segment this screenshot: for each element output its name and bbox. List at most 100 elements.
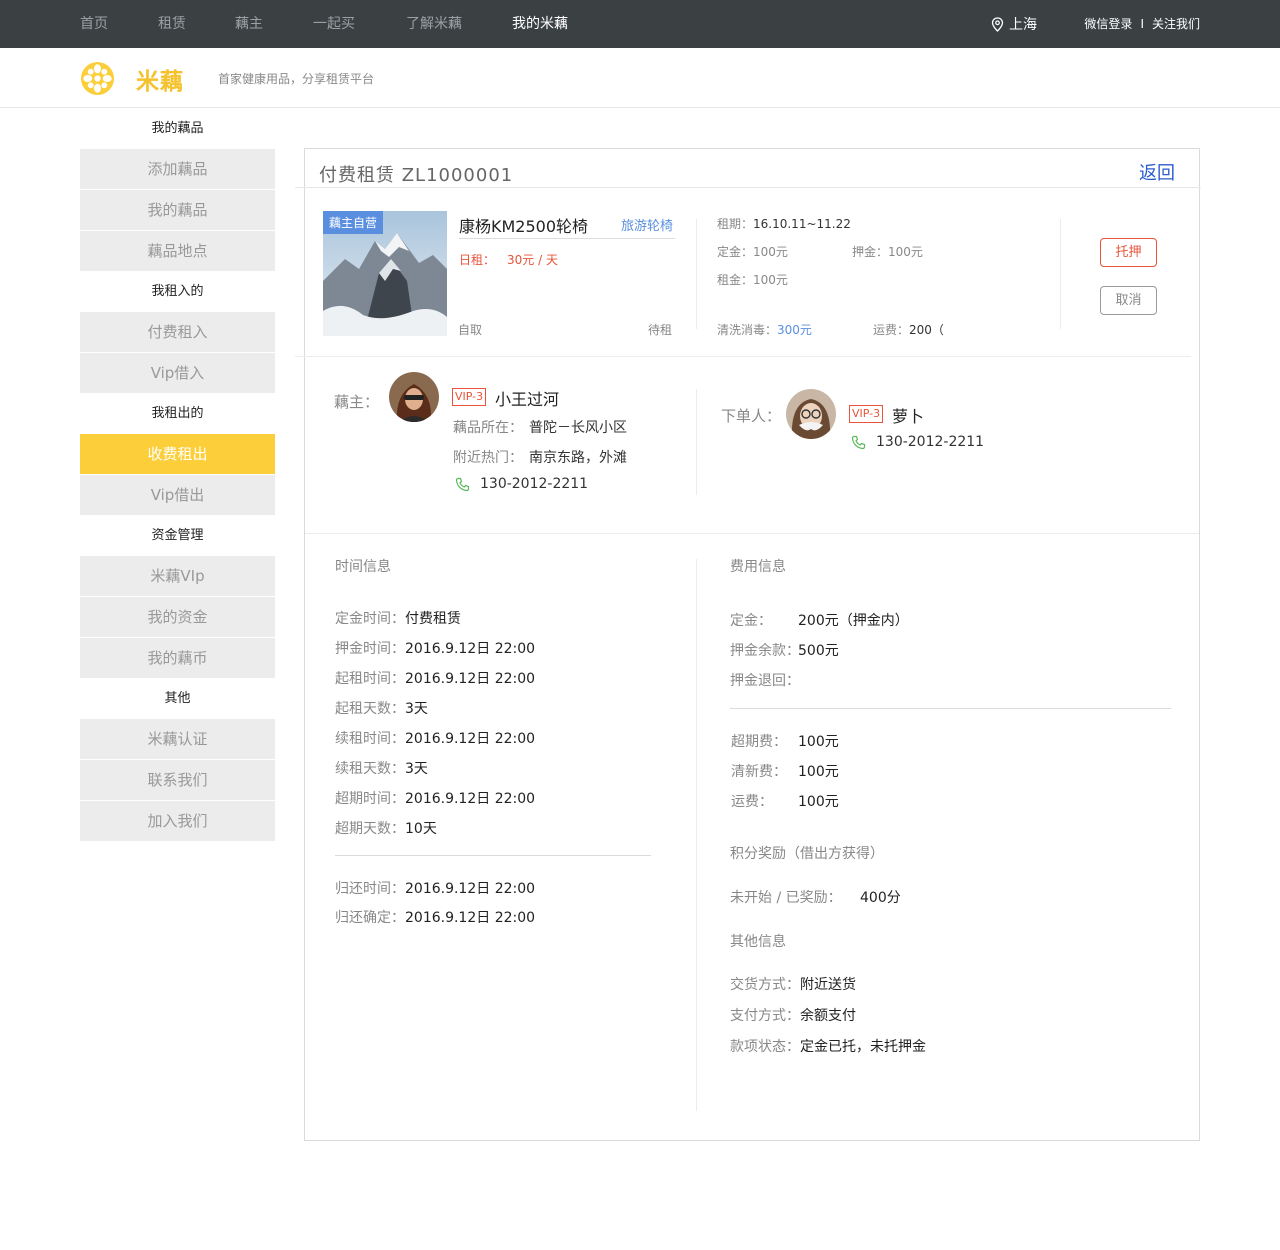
fee-row-value: 500元 (798, 643, 839, 659)
nav-group-buy[interactable]: 一起买 (313, 0, 355, 48)
wechat-login-link[interactable]: 微信登录 (1084, 17, 1132, 31)
phone-icon (455, 477, 470, 491)
time-row-label: 押金时间： (335, 641, 405, 657)
time-row: 起租时间：2016.9.12日 22:00 (335, 668, 535, 688)
buyer-avatar[interactable] (786, 389, 836, 439)
sidebar-item-vip[interactable]: 米藕VIp (80, 556, 275, 596)
buyer-phone-number: 130-2012-2211 (876, 434, 985, 450)
fee-info-title: 费用信息 (730, 559, 786, 575)
sidebar-item-item-locations[interactable]: 藕品地点 (80, 231, 275, 271)
fee-row-value: 200元（押金内） (798, 613, 909, 629)
self-operated-tag: 藕主自营 (323, 211, 384, 234)
sidebar-item-join-us[interactable]: 加入我们 (80, 801, 275, 841)
account-sidebar: 我的藕品 添加藕品 我的藕品 藕品地点 我租入的 付费租入 Vip借入 我租出的… (80, 109, 275, 842)
phone-icon (851, 435, 866, 449)
nav-about[interactable]: 了解米藕 (406, 0, 462, 48)
city-selector[interactable]: 上海 (991, 14, 1037, 34)
other-row-label: 交货方式： (730, 977, 800, 993)
product-image[interactable]: 藕主自营 (323, 211, 447, 336)
nav-owner[interactable]: 藕主 (235, 0, 263, 48)
terms-actions-divider (1060, 219, 1061, 329)
product-name[interactable]: 康杨KM2500轮椅 (459, 213, 588, 237)
time-row-value: 3天 (405, 761, 428, 777)
cancel-button[interactable]: 取消 (1100, 286, 1157, 315)
time-row: 超期时间：2016.9.12日 22:00 (335, 788, 535, 808)
rental-period-label: 租期： (717, 217, 754, 231)
nav-my-account[interactable]: 我的米藕 (512, 0, 568, 48)
owner-nearby-label: 附近热门： (453, 450, 523, 466)
daily-rent: 日租： 30元 / 天 (459, 251, 558, 268)
time-row: 归还时间：2016.9.12日 22:00 (335, 878, 535, 898)
fee-info-divider (730, 708, 1171, 709)
time-row-value: 2016.9.12日 22:00 (405, 791, 536, 807)
sidebar-item-add-item[interactable]: 添加藕品 (80, 149, 275, 189)
rental-period: 租期：16.10.11~11.22 (717, 215, 851, 232)
owner-nearby-value: 南京东路，外滩 (529, 450, 627, 466)
sidebar-item-vip-lend-out[interactable]: Vip借出 (80, 475, 275, 515)
shipping-fee-label: 运费： (873, 323, 910, 337)
fee-row-label: 超期费： (731, 734, 787, 750)
escrow-button[interactable]: 托押 (1100, 238, 1157, 267)
sidebar-item-my-funds[interactable]: 我的资金 (80, 597, 275, 637)
sidebar-item-paid-rent-in[interactable]: 付费租入 (80, 312, 275, 352)
other-row: 支付方式：余额支付 (730, 1005, 856, 1025)
owner-name[interactable]: 小王过河 (495, 386, 559, 410)
follow-us-link[interactable]: 关注我们 (1152, 17, 1200, 31)
brand-name[interactable]: 米藕 (136, 62, 184, 96)
owner-avatar[interactable] (389, 372, 439, 422)
info-columns-divider (696, 559, 697, 1111)
title-divider (295, 187, 1201, 188)
fee-row: 超期费： 100元 (731, 731, 839, 751)
buyer-vip-badge: VIP-3 (849, 405, 884, 423)
other-row-value: 附近送货 (800, 977, 856, 993)
fee-row: 定金： 200元（押金内） (730, 610, 909, 630)
time-row: 归还确定：2016.9.12日 22:00 (335, 907, 535, 927)
nav-rent[interactable]: 租赁 (158, 0, 186, 48)
shipping-fee-value: 200（ (909, 323, 944, 337)
back-link[interactable]: 返回 (1139, 159, 1175, 185)
points-title: 积分奖励（借出方获得） (730, 846, 884, 862)
rent-fee-value: 100元 (753, 273, 788, 287)
time-row: 续租天数：3天 (335, 758, 428, 778)
buyer-name[interactable]: 萝卜 (892, 403, 924, 427)
sidebar-item-my-items[interactable]: 我的藕品 (80, 190, 275, 230)
deposit-label: 定金： (717, 245, 754, 259)
lotus-root-logo-icon[interactable] (80, 61, 115, 96)
product-category[interactable]: 旅游轮椅 (621, 215, 673, 234)
sidebar-group-funds: 资金管理 (151, 528, 204, 543)
sidebar-item-my-coins[interactable]: 我的藕币 (80, 638, 275, 678)
other-row: 款项状态：定金已托，未托押金 (730, 1036, 926, 1056)
sidebar-group-rented-in: 我租入的 (151, 284, 204, 299)
deposit-fee: 定金：100元 (717, 243, 788, 260)
buyer-avatar-icon (786, 389, 836, 439)
cleaning-fee-value: 300元 (777, 323, 812, 337)
link-separator: I (1140, 17, 1144, 31)
owner-label: 藕主： (334, 393, 380, 411)
sidebar-item-paid-rent-out[interactable]: 收费租出 (80, 434, 275, 474)
product-section-divider (295, 356, 1191, 357)
time-row-label: 续租天数： (335, 761, 405, 777)
fee-row: 运费： 100元 (731, 791, 839, 811)
time-row-value: 2016.9.12日 22:00 (405, 671, 536, 687)
time-row-value: 10天 (405, 821, 437, 837)
owner-avatar-icon (389, 372, 439, 422)
time-row-label: 起租天数： (335, 701, 405, 717)
sidebar-item-contact-us[interactable]: 联系我们 (80, 760, 275, 800)
rent-fee-label: 租金： (717, 273, 754, 287)
nav-home[interactable]: 首页 (80, 0, 108, 48)
fee-row-label: 定金： (730, 613, 772, 629)
rental-period-value: 16.10.11~11.22 (753, 217, 851, 231)
owner-phone[interactable]: 130-2012-2211 (455, 476, 588, 492)
time-row-value: 2016.9.12日 22:00 (405, 910, 536, 926)
fee-row-label: 押金退回： (730, 673, 800, 689)
time-info-divider (335, 855, 651, 856)
brand-slogan: 首家健康用品，分享租赁平台 (218, 72, 375, 86)
sidebar-item-vip-borrow-in[interactable]: Vip借入 (80, 353, 275, 393)
owner-location-value: 普陀－长风小区 (529, 420, 627, 436)
sidebar-item-certification[interactable]: 米藕认证 (80, 719, 275, 759)
time-row-label: 归还确定： (335, 910, 405, 926)
other-row-value: 余额支付 (800, 1008, 856, 1024)
product-name-underline (459, 238, 675, 239)
fee-row-label: 清新费： (731, 764, 787, 780)
buyer-phone[interactable]: 130-2012-2211 (851, 434, 984, 450)
